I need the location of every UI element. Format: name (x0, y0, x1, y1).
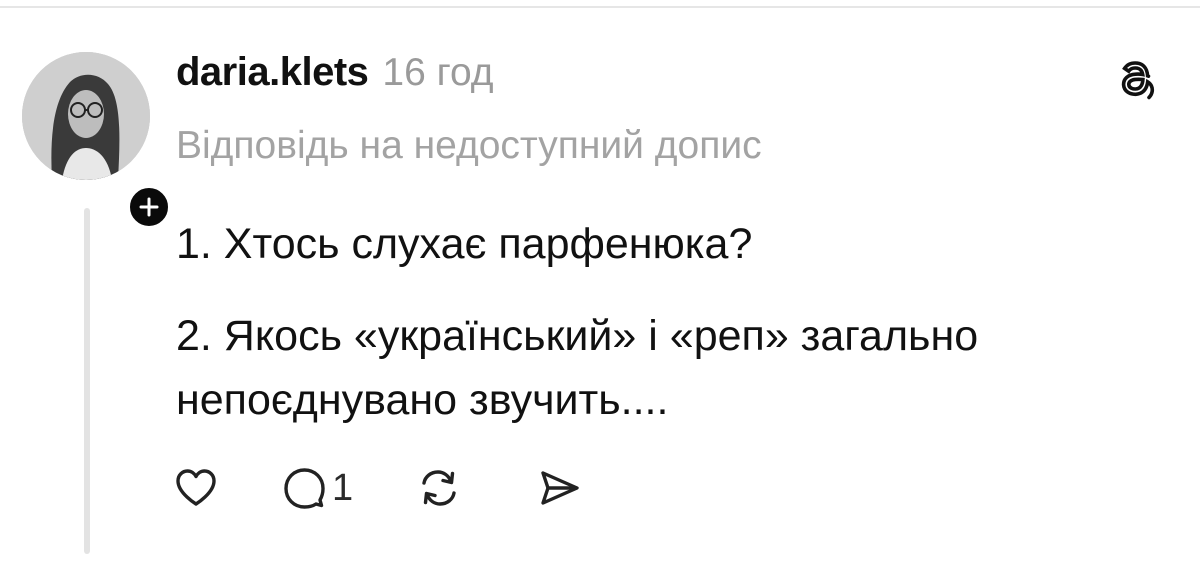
thread-connector-line (84, 208, 90, 554)
heart-icon (176, 469, 216, 506)
post-timestamp: 16 год (382, 51, 494, 94)
repost-button[interactable] (415, 464, 463, 512)
repost-icon (422, 470, 456, 506)
username-link[interactable]: daria.klets (176, 50, 369, 95)
reply-context-link[interactable]: Відповідь на недоступний допис (176, 124, 762, 168)
plus-icon (139, 197, 159, 217)
avatar-photo (22, 52, 150, 180)
comment-icon (284, 468, 325, 509)
avatar[interactable] (22, 52, 150, 180)
top-divider (0, 6, 1200, 8)
like-button[interactable] (172, 464, 220, 512)
avatar-container[interactable] (22, 52, 172, 230)
post-header: daria.klets 16 год (176, 50, 494, 106)
post-body: 1. Хтось слухає парфенюка? 2. Якось «укр… (176, 212, 1156, 432)
reply-button[interactable]: 1 (280, 464, 353, 512)
follow-button[interactable] (126, 184, 172, 230)
reply-count: 1 (332, 466, 354, 509)
threads-logo-icon[interactable] (1112, 52, 1164, 104)
post-text-line: 1. Хтось слухає парфенюка? (176, 220, 753, 268)
post-text-line: непоєднувано звучить.... (176, 376, 669, 424)
post-actions: 1 (172, 460, 583, 516)
send-icon (541, 471, 579, 505)
share-button[interactable] (535, 464, 583, 512)
post-text-line: 2. Якось «український» і «реп» загально (176, 312, 979, 360)
